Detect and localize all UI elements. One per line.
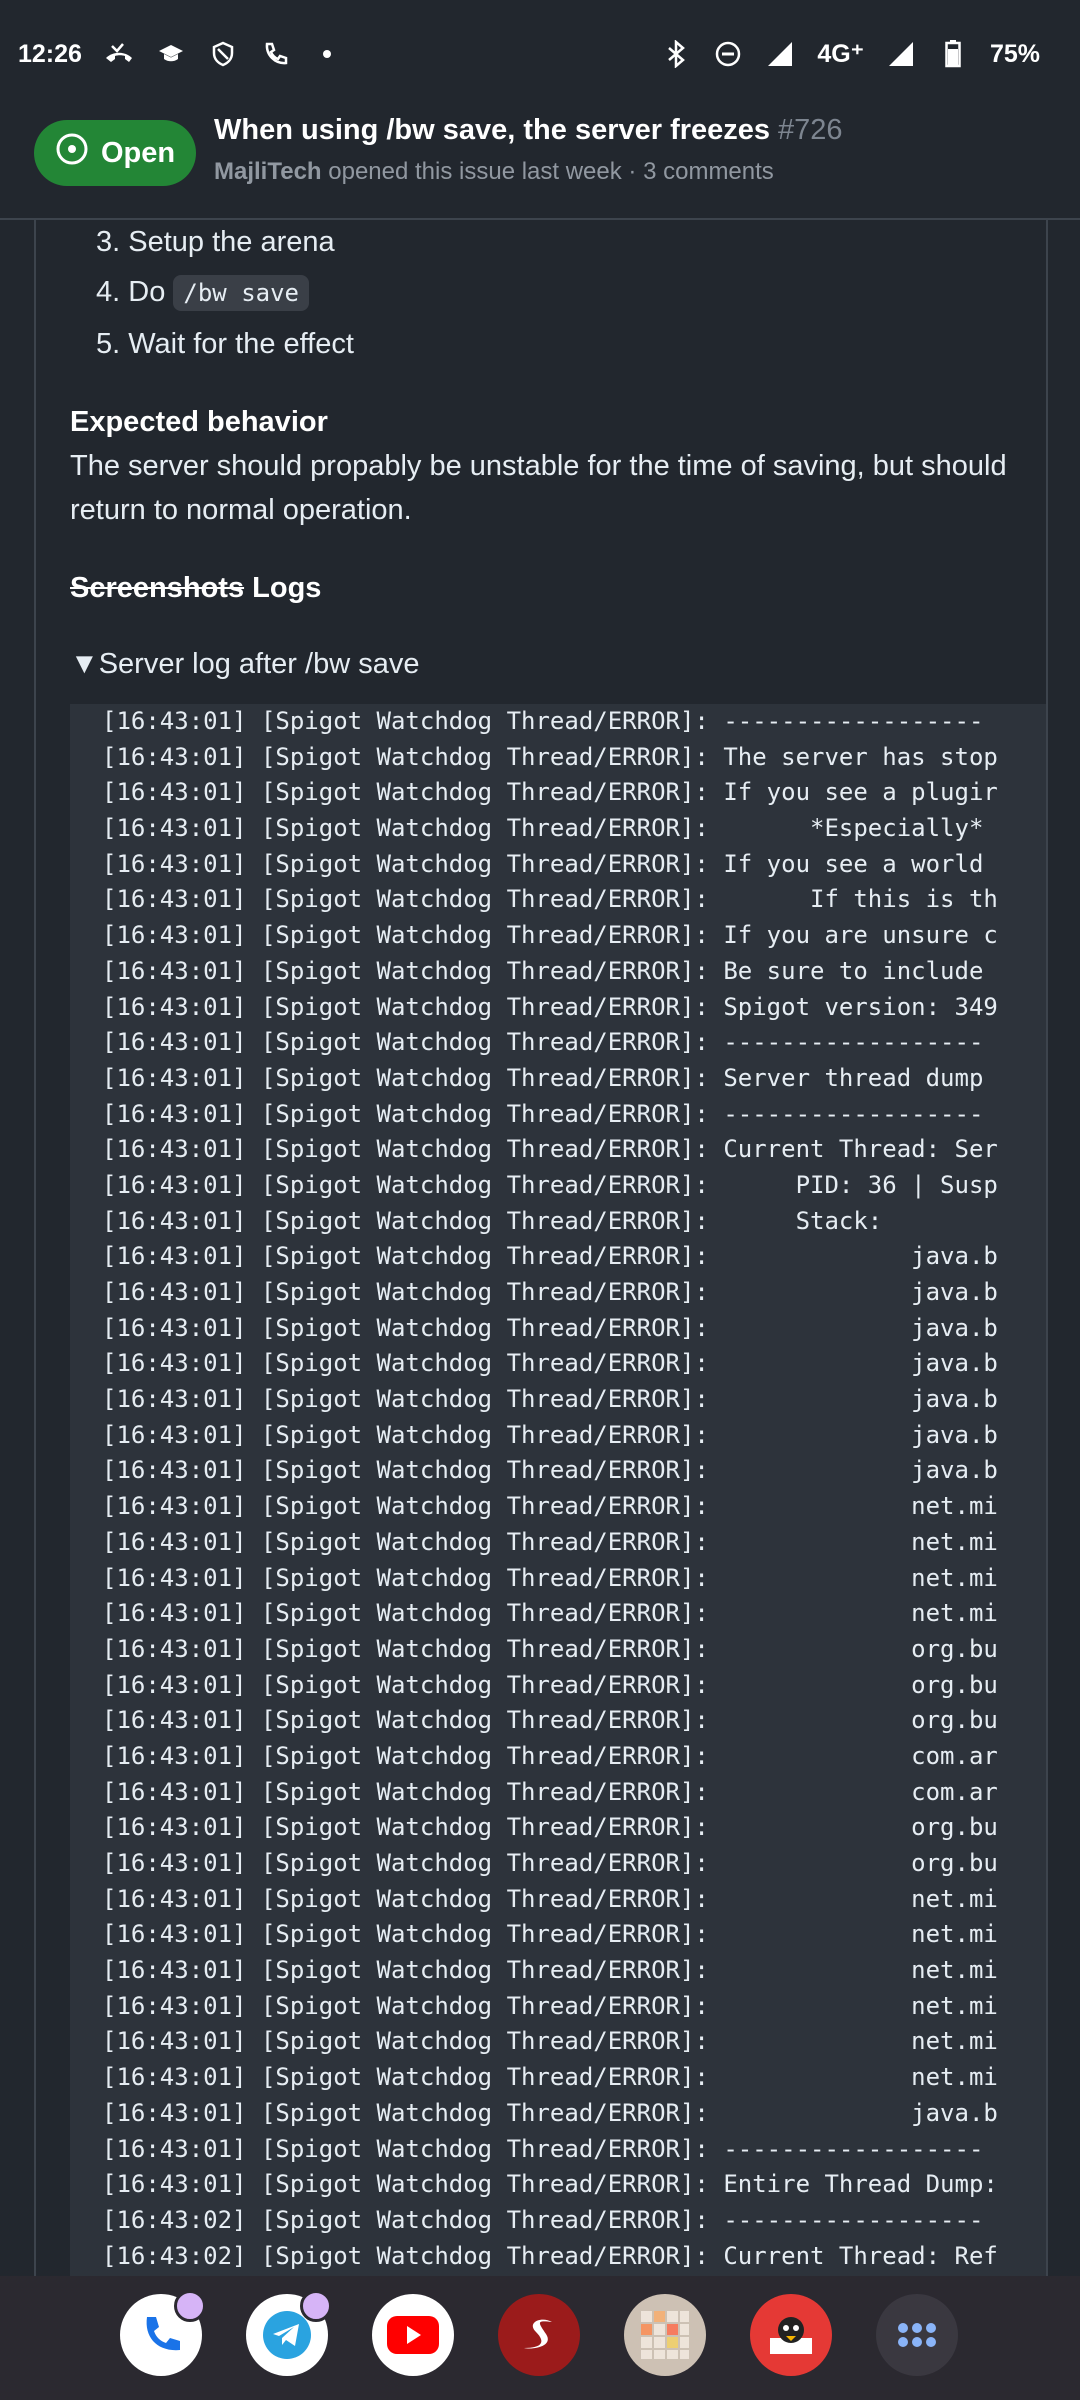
step-number: 4.	[96, 276, 121, 308]
log-line: [16:43:01] [Spigot Watchdog Thread/ERROR…	[102, 707, 984, 735]
log-line: [16:43:01] [Spigot Watchdog Thread/ERROR…	[102, 1991, 998, 2020]
list-item: 5. Wait for the effect	[96, 328, 354, 361]
notification-dot	[300, 2290, 332, 2322]
school-icon	[156, 39, 186, 69]
log-line: [16:43:01] [Spigot Watchdog Thread/ERROR…	[102, 1278, 998, 1306]
signal-icon	[886, 39, 916, 69]
inline-code: /bw save	[173, 275, 309, 311]
log-line: [16:43:01] [Spigot Watchdog Thread/ERROR…	[102, 992, 998, 1021]
youtube-app-icon[interactable]	[372, 2294, 454, 2376]
2048-game-app-icon[interactable]	[624, 2294, 706, 2376]
log-line: [16:43:02] [Spigot Watchdog Thread/ERROR…	[102, 2241, 998, 2270]
phone-icon	[260, 39, 290, 69]
log-line: [16:43:01] [Spigot Watchdog Thread/ERROR…	[102, 2134, 984, 2163]
issue-header: Open When using /bw save, the server fre…	[0, 108, 1080, 220]
log-line: [16:43:01] [Spigot Watchdog Thread/ERROR…	[102, 1492, 998, 1521]
battery-percent: 75%	[989, 39, 1040, 68]
telegram-app-icon[interactable]	[246, 2290, 332, 2376]
log-line: [16:43:01] [Spigot Watchdog Thread/ERROR…	[102, 2063, 998, 2092]
status-bar-left: 12:26	[18, 39, 342, 69]
log-line: [16:43:01] [Spigot Watchdog Thread/ERROR…	[102, 2027, 998, 2056]
expected-behavior-text: The server should propably be unstable f…	[70, 450, 1007, 526]
clock: 12:26	[18, 39, 82, 68]
app-dock	[0, 2276, 1080, 2400]
log-line: [16:43:01] [Spigot Watchdog Thread/ERROR…	[102, 1706, 998, 1735]
step-text: Do	[128, 276, 174, 308]
shield-icon	[208, 39, 238, 69]
s-app-icon[interactable]	[498, 2294, 580, 2376]
log-line: [16:43:01] [Spigot Watchdog Thread/ERROR…	[102, 1563, 998, 1592]
log-line: [16:43:01] [Spigot Watchdog Thread/ERROR…	[102, 1741, 998, 1770]
log-line: [16:43:01] [Spigot Watchdog Thread/ERROR…	[102, 1420, 998, 1449]
bluetooth-icon	[661, 39, 691, 69]
network-type: 4G⁺	[817, 40, 864, 68]
issue-state-badge: Open	[34, 120, 196, 186]
log-line: [16:43:01] [Spigot Watchdog Thread/ERROR…	[102, 1813, 998, 1842]
step-number: 3.	[96, 226, 121, 258]
log-line: [16:43:01] [Spigot Watchdog Thread/ERROR…	[102, 956, 984, 985]
log-line: [16:43:01] [Spigot Watchdog Thread/ERROR…	[102, 1670, 998, 1699]
code-block[interactable]: [16:43:01] [Spigot Watchdog Thread/ERROR…	[70, 704, 1046, 2276]
log-line: [16:43:01] [Spigot Watchdog Thread/ERROR…	[102, 1956, 998, 1985]
log-line: [16:43:01] [Spigot Watchdog Thread/ERROR…	[102, 1135, 998, 1164]
issue-number: #726	[778, 114, 843, 146]
logs-heading-struck: Screenshots	[70, 572, 245, 604]
log-line: [16:43:01] [Spigot Watchdog Thread/ERROR…	[102, 1170, 998, 1199]
log-line: [16:43:01] [Spigot Watchdog Thread/ERROR…	[102, 1349, 998, 1378]
list-item: 3. Setup the arena	[96, 226, 335, 259]
reader-app-icon[interactable]	[750, 2294, 832, 2376]
log-line: [16:43:01] [Spigot Watchdog Thread/ERROR…	[102, 921, 998, 950]
phone-app-icon[interactable]	[120, 2290, 206, 2376]
log-line: [16:43:01] [Spigot Watchdog Thread/ERROR…	[102, 1313, 998, 1342]
issue-author-link[interactable]: MajliTech	[214, 158, 322, 185]
logs-heading: Screenshots Logs	[70, 572, 321, 605]
log-line: [16:43:01] [Spigot Watchdog Thread/ERROR…	[102, 1884, 998, 1913]
status-bar: 12:26 4G⁺ 75%	[0, 0, 1080, 108]
log-line: [16:43:01] [Spigot Watchdog Thread/ERROR…	[102, 885, 998, 914]
status-bar-right: 4G⁺ 75%	[661, 39, 1040, 69]
log-line: [16:43:01] [Spigot Watchdog Thread/ERROR…	[102, 1527, 998, 1556]
log-line: [16:43:01] [Spigot Watchdog Thread/ERROR…	[102, 778, 998, 807]
log-line: [16:43:01] [Spigot Watchdog Thread/ERROR…	[102, 2170, 998, 2199]
log-line: [16:43:01] [Spigot Watchdog Thread/ERROR…	[102, 2098, 998, 2127]
log-line: [16:43:01] [Spigot Watchdog Thread/ERROR…	[102, 1599, 998, 1628]
log-line: [16:43:01] [Spigot Watchdog Thread/ERROR…	[102, 1099, 984, 1128]
log-line: [16:43:02] [Spigot Watchdog Thread/ERROR…	[102, 2205, 984, 2234]
battery-icon	[938, 39, 968, 69]
issue-body: 3. Setup the arena 4. Do /bw save 5. Wai…	[34, 220, 1048, 2276]
log-line: [16:43:01] [Spigot Watchdog Thread/ERROR…	[102, 1849, 998, 1877]
log-line: [16:43:01] [Spigot Watchdog Thread/ERROR…	[102, 1777, 998, 1806]
log-line: [16:43:01] [Spigot Watchdog Thread/ERROR…	[102, 1385, 998, 1414]
log-line: [16:43:01] [Spigot Watchdog Thread/ERROR…	[102, 814, 984, 843]
log-line: [16:43:01] [Spigot Watchdog Thread/ERROR…	[102, 1206, 883, 1235]
log-line: [16:43:01] [Spigot Watchdog Thread/ERROR…	[102, 1920, 998, 1949]
details-summary[interactable]: ▼Server log after /bw save	[70, 648, 419, 681]
log-line: [16:43:01] [Spigot Watchdog Thread/ERROR…	[102, 1063, 984, 1092]
notification-dot	[174, 2290, 206, 2322]
step-text: Setup the arena	[128, 226, 335, 258]
dot-icon	[312, 39, 342, 69]
log-line: [16:43:01] [Spigot Watchdog Thread/ERROR…	[102, 849, 984, 878]
list-item: 4. Do /bw save	[96, 275, 309, 311]
issue-opened-icon	[55, 132, 89, 174]
do-not-disturb-icon	[713, 39, 743, 69]
issue-title-text: When using /bw save, the server freezes	[214, 114, 771, 146]
issue-meta-text: opened this issue last week · 3 comments	[321, 158, 774, 185]
app-drawer-icon[interactable]	[876, 2294, 958, 2376]
expected-behavior-heading: Expected behavior	[70, 406, 328, 438]
log-line: [16:43:01] [Spigot Watchdog Thread/ERROR…	[102, 1456, 998, 1485]
missed-call-icon	[104, 39, 134, 69]
issue-meta: MajliTech opened this issue last week · …	[214, 158, 774, 186]
issue-state-label: Open	[100, 136, 176, 169]
issue-title: When using /bw save, the server freezes #…	[214, 114, 1054, 147]
signal-icon	[765, 39, 795, 69]
step-text: Wait for the effect	[128, 328, 354, 360]
log-line: [16:43:01] [Spigot Watchdog Thread/ERROR…	[102, 742, 998, 771]
logs-heading-text: Logs	[244, 572, 322, 604]
log-line: [16:43:01] [Spigot Watchdog Thread/ERROR…	[102, 1028, 984, 1057]
log-line: [16:43:01] [Spigot Watchdog Thread/ERROR…	[102, 1634, 998, 1663]
step-number: 5.	[96, 328, 121, 360]
log-line: [16:43:01] [Spigot Watchdog Thread/ERROR…	[102, 1242, 998, 1271]
